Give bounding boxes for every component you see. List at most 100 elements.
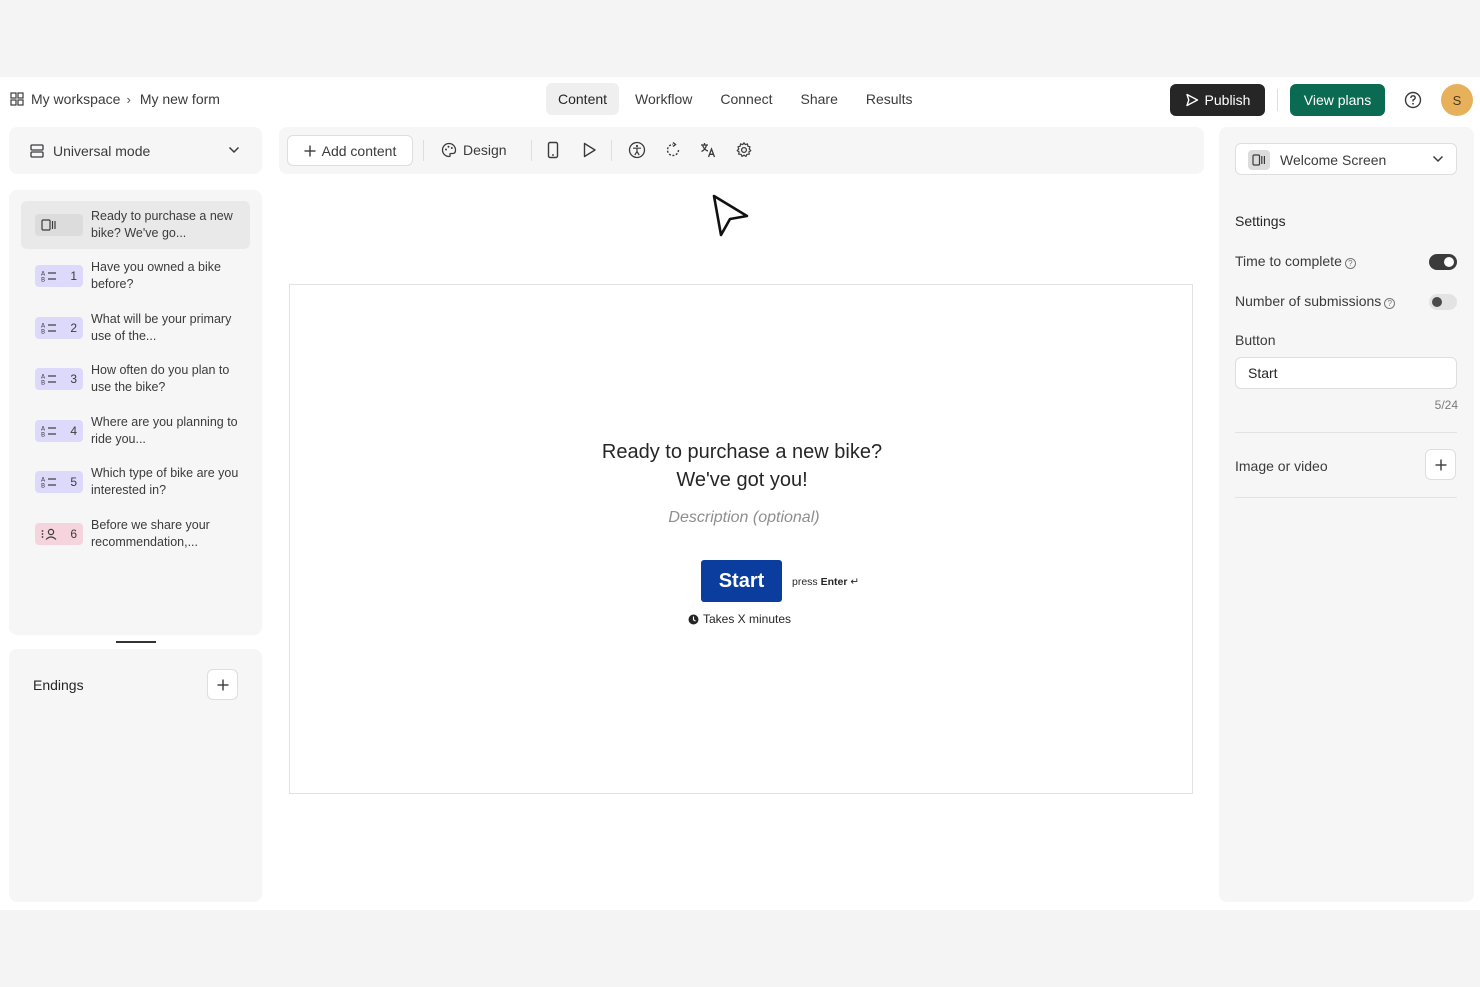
- mode-selector[interactable]: Universal mode: [9, 127, 262, 174]
- question-type-badge: AB 5: [35, 471, 83, 493]
- add-ending-button[interactable]: [207, 669, 238, 700]
- tab-workflow[interactable]: Workflow: [623, 83, 704, 115]
- endings-panel: Endings: [9, 649, 262, 902]
- question-number: 5: [70, 475, 77, 489]
- number-of-submissions-toggle[interactable]: [1429, 294, 1457, 310]
- breadcrumb: My workspace › My new form: [10, 91, 220, 107]
- question-list: Ready to purchase a new bike? We've go..…: [9, 190, 262, 635]
- form-builder-app: My workspace › My new form Content Workf…: [0, 77, 1480, 910]
- question-type-badge: AB 4: [35, 420, 83, 442]
- translate-icon[interactable]: [699, 141, 717, 159]
- press-enter-hint: press Enter ↵: [792, 576, 859, 588]
- welcome-description-placeholder[interactable]: Description (optional): [290, 509, 1194, 527]
- main-tabs: Content Workflow Connect Share Results: [546, 83, 929, 115]
- design-label: Design: [463, 142, 507, 158]
- tab-results[interactable]: Results: [854, 83, 925, 115]
- view-plans-button[interactable]: View plans: [1290, 84, 1385, 116]
- plus-icon: [1435, 459, 1446, 470]
- multiple-choice-icon: AB: [41, 477, 56, 489]
- avatar[interactable]: S: [1441, 84, 1473, 116]
- multiple-choice-icon: AB: [41, 374, 56, 386]
- workspace-grid-icon[interactable]: [10, 92, 24, 106]
- question-text: How often do you plan to use the bike?: [91, 363, 230, 394]
- breadcrumb-form-name[interactable]: My new form: [140, 91, 220, 107]
- multiple-choice-icon: AB: [41, 426, 56, 437]
- welcome-screen-icon: [1248, 150, 1270, 170]
- divider: [1235, 497, 1457, 498]
- accessibility-icon[interactable]: [628, 141, 646, 159]
- question-type-badge: [35, 214, 83, 236]
- question-type-badge: AB 2: [35, 317, 83, 339]
- chevron-down-icon: [228, 146, 240, 154]
- clock-icon: [688, 614, 699, 624]
- form-preview-canvas: Ready to purchase a new bike? We've got …: [289, 284, 1193, 794]
- tab-content[interactable]: Content: [546, 83, 620, 115]
- question-text: Ready to purchase a new bike? We've go..…: [91, 209, 233, 240]
- publish-button[interactable]: Publish: [1170, 84, 1265, 116]
- number-of-submissions-row: Number of submissions?: [1235, 293, 1396, 309]
- list-item[interactable]: AB 2 What will be your primary use of th…: [21, 304, 250, 352]
- logic-loop-icon[interactable]: [664, 141, 682, 159]
- time-to-complete-hint: Takes X minutes: [688, 612, 791, 626]
- welcome-title[interactable]: Ready to purchase a new bike? We've got …: [290, 438, 1194, 494]
- enter-label: Enter: [820, 576, 848, 588]
- design-button[interactable]: Design: [441, 142, 507, 158]
- question-type-badge: AB 1: [35, 265, 83, 287]
- mobile-preview-icon[interactable]: [544, 141, 562, 159]
- add-content-label: Add content: [321, 142, 397, 159]
- info-icon[interactable]: ?: [1384, 298, 1396, 309]
- mouse-pointer-icon: [712, 194, 749, 237]
- tab-connect[interactable]: Connect: [708, 83, 784, 115]
- divider: [1277, 89, 1278, 111]
- plus-icon: [304, 145, 316, 156]
- info-icon[interactable]: ?: [1344, 258, 1356, 269]
- time-to-complete-toggle[interactable]: [1429, 254, 1457, 270]
- list-item[interactable]: Ready to purchase a new bike? We've go..…: [21, 201, 250, 249]
- svg-text:B: B: [41, 380, 45, 386]
- list-item[interactable]: AB 1 Have you owned a bike before?: [21, 252, 250, 300]
- enter-return-glyph: ↵: [850, 576, 860, 588]
- breadcrumb-workspace[interactable]: My workspace: [31, 91, 120, 107]
- screen-type-select[interactable]: Welcome Screen: [1235, 143, 1457, 175]
- number-of-submissions-label: Number of submissions: [1235, 293, 1382, 309]
- start-button[interactable]: Start: [701, 560, 782, 602]
- endings-label: Endings: [33, 677, 84, 693]
- svg-text:B: B: [41, 329, 45, 335]
- help-icon[interactable]: [1404, 91, 1422, 109]
- play-preview-icon[interactable]: [580, 141, 598, 159]
- editor-toolbar: Add content Design: [279, 127, 1204, 174]
- add-image-or-video-button[interactable]: [1425, 449, 1456, 480]
- add-content-button[interactable]: Add content: [287, 135, 413, 166]
- chevron-down-icon: [1432, 155, 1444, 163]
- multiple-choice-icon: AB: [41, 323, 56, 335]
- settings-heading: Settings: [1235, 213, 1286, 229]
- question-number: 2: [70, 321, 77, 335]
- contact-info-icon: [41, 528, 57, 540]
- toolbar-divider: [531, 140, 532, 161]
- multiple-choice-icon: AB: [41, 271, 56, 283]
- gear-icon[interactable]: [735, 141, 753, 159]
- list-item[interactable]: AB 4 Where are you planning to ride you.…: [21, 407, 250, 455]
- svg-text:B: B: [41, 483, 45, 489]
- welcome-screen-icon: [41, 219, 56, 231]
- question-type-badge: AB 3: [35, 368, 83, 390]
- question-text: Before we share your recommendation,...: [91, 518, 210, 549]
- image-or-video-label: Image or video: [1235, 458, 1328, 474]
- question-text: Which type of bike are you interested in…: [91, 466, 239, 497]
- question-text: What will be your primary use of the...: [91, 312, 232, 343]
- toolbar-divider: [611, 140, 612, 161]
- time-to-complete-text: Takes X minutes: [703, 612, 792, 626]
- button-text-input[interactable]: Start: [1235, 357, 1457, 389]
- list-item[interactable]: 6 Before we share your recommendation,..…: [21, 510, 250, 558]
- tab-share[interactable]: Share: [789, 83, 850, 115]
- divider: [1235, 432, 1457, 433]
- svg-text:B: B: [41, 277, 45, 283]
- list-item[interactable]: AB 3 How often do you plan to use the bi…: [21, 355, 250, 403]
- panel-resize-handle[interactable]: [116, 641, 156, 643]
- question-number: 3: [70, 372, 77, 386]
- breadcrumb-separator: ›: [126, 91, 131, 107]
- send-icon: [1185, 93, 1198, 107]
- time-to-complete-label: Time to complete: [1235, 253, 1342, 269]
- list-item[interactable]: AB 5 Which type of bike are you interest…: [21, 458, 250, 506]
- publish-label: Publish: [1204, 92, 1251, 108]
